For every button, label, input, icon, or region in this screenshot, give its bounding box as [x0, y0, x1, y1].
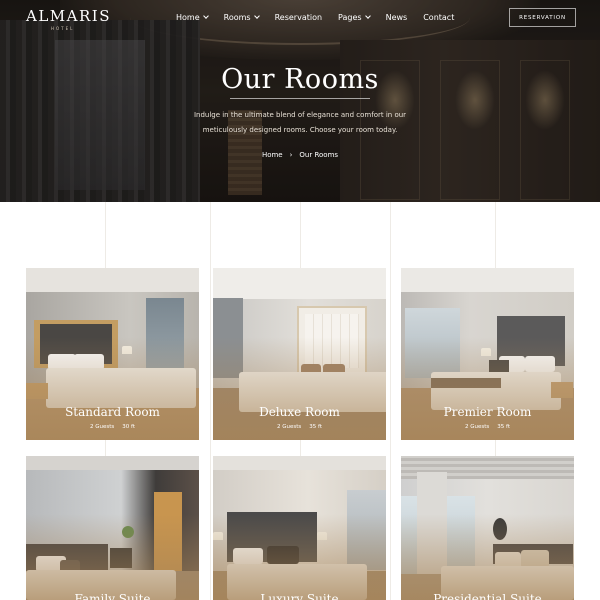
breadcrumb-home-link[interactable]: Home: [262, 151, 283, 159]
room-guests: 2 Guests: [276, 424, 302, 430]
nav-item-rooms[interactable]: Rooms: [223, 13, 260, 22]
nav-item-contact[interactable]: Contact: [423, 13, 454, 22]
room-name: Presidential Suite: [433, 592, 542, 600]
nav-item-label: Home: [176, 13, 200, 22]
nav-item-pages[interactable]: Pages: [338, 13, 371, 22]
chevron-down-icon: [202, 13, 209, 19]
nav-item-label: News: [385, 13, 408, 22]
room-card-family-suite[interactable]: Family Suite: [26, 456, 199, 600]
chevron-down-icon: [253, 13, 260, 19]
room-card-presidential-suite[interactable]: Presidential Suite: [401, 456, 574, 600]
breadcrumb-separator-icon: ›: [289, 151, 293, 159]
room-size: 35 ft: [497, 424, 511, 430]
room-name: Family Suite: [74, 592, 151, 600]
nav-item-label: Rooms: [223, 13, 251, 22]
nav-item-label: Pages: [338, 13, 362, 22]
room-size: 35 ft: [309, 424, 323, 430]
grid-guide-line: [210, 202, 211, 600]
nav-item-news[interactable]: News: [386, 13, 408, 22]
room-name: Deluxe Room: [259, 405, 340, 419]
room-guests: 2 Guests: [89, 424, 115, 430]
hero-description: Indulge in the ultimate blend of eleganc…: [193, 111, 407, 134]
hero-banner: ALMARIS HOTEL Home Rooms Reservation Pag…: [0, 0, 600, 202]
top-navigation: ALMARIS HOTEL Home Rooms Reservation Pag…: [0, 0, 600, 36]
card-overlay: [26, 513, 199, 600]
nav-item-label: Reservation: [274, 13, 323, 22]
room-name: Premier Room: [443, 405, 532, 419]
brand-tagline: HOTEL: [51, 26, 75, 31]
card-overlay: [401, 513, 574, 600]
chevron-down-icon: [364, 13, 371, 19]
brand-logo[interactable]: ALMARIS: [26, 7, 111, 25]
room-size: 30 ft: [122, 424, 136, 430]
breadcrumb-current: Our Rooms: [299, 151, 339, 159]
room-card-standard[interactable]: Standard Room 2 Guests 30 ft: [26, 268, 199, 440]
room-card-deluxe[interactable]: Deluxe Room 2 Guests 35 ft: [213, 268, 386, 440]
title-divider: [230, 98, 370, 99]
main-menu: Home Rooms Reservation Pages News Contac…: [176, 13, 470, 22]
nav-item-reservation[interactable]: Reservation: [275, 13, 322, 22]
room-meta: 2 Guests 30 ft: [26, 424, 199, 430]
reservation-button[interactable]: RESERVATION: [509, 8, 576, 27]
room-meta: 2 Guests 35 ft: [213, 424, 386, 430]
room-guests: 2 Guests: [464, 424, 490, 430]
nav-item-home[interactable]: Home: [176, 13, 209, 22]
page-title: Our Rooms: [221, 64, 379, 95]
room-name: Luxury Suite: [260, 592, 339, 600]
room-meta: 2 Guests 35 ft: [401, 424, 574, 430]
room-name: Standard Room: [65, 405, 160, 419]
card-overlay: [213, 513, 386, 600]
nav-item-label: Contact: [423, 13, 455, 22]
room-card-premier[interactable]: Premier Room 2 Guests 35 ft: [401, 268, 574, 440]
room-card-luxury-suite[interactable]: Luxury Suite: [213, 456, 386, 600]
grid-guide-line: [390, 202, 391, 600]
breadcrumb: Home › Our Rooms: [0, 151, 600, 159]
